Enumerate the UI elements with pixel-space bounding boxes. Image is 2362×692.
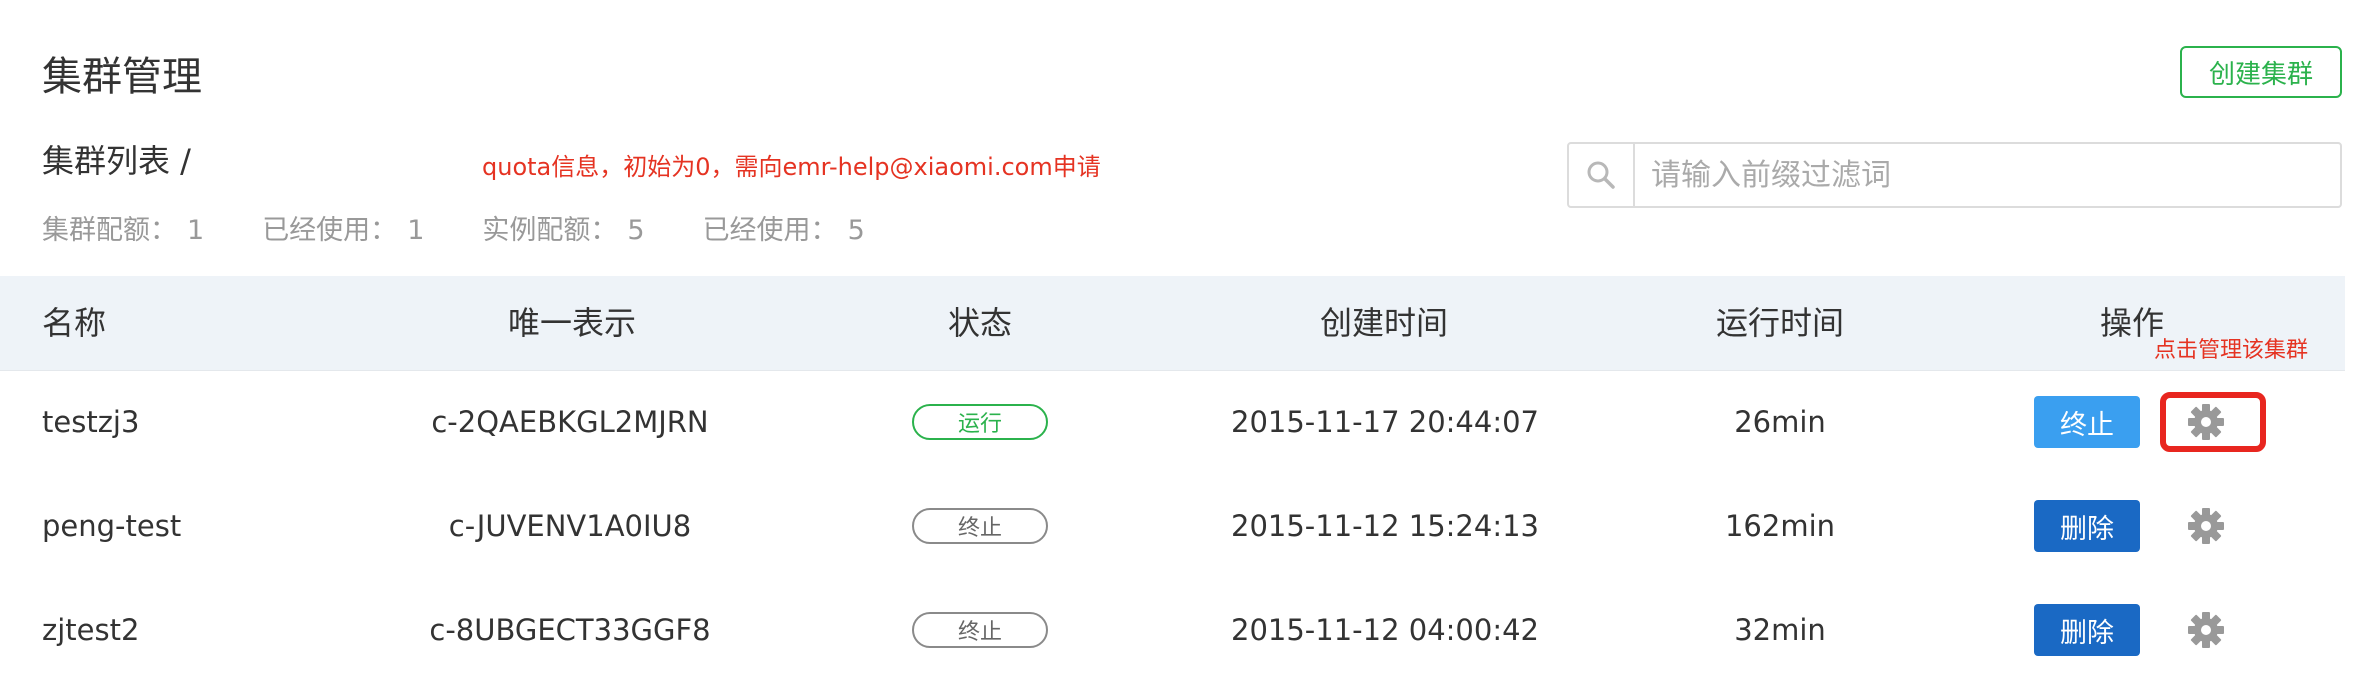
cluster-used: 已经使用： 1 — [262, 208, 424, 247]
table-row: peng-test c-JUVENV1A0IU8 终止 2015-11-12 1… — [0, 474, 2345, 578]
table-row: testzj3 c-2QAEBKGL2MJRN 运行 2015-11-17 20… — [0, 370, 2345, 474]
table-header: 名称 唯一表示 状态 创建时间 运行时间 操作 — [0, 276, 2345, 371]
instance-quota: 实例配额： 5 — [482, 208, 644, 247]
status-badge: 终止 — [912, 508, 1048, 544]
actions-cell: 删除 — [2034, 578, 2140, 682]
delete-button[interactable]: 删除 — [2034, 604, 2140, 656]
quota-stats: 集群配额： 1 已经使用： 1 实例配额： 5 已经使用： 5 — [42, 208, 923, 247]
status-cell: 终止 — [880, 578, 1080, 682]
actions-cell: 删除 — [2034, 474, 2140, 578]
manage-annotation-note: 点击管理该集群 — [2154, 338, 2309, 363]
created-time: 2015-11-12 15:24:13 — [1231, 509, 1539, 543]
created-time: 2015-11-12 04:00:42 — [1231, 613, 1539, 647]
status-badge: 终止 — [912, 612, 1048, 648]
cluster-id: c-8UBGECT33GGF8 — [429, 613, 711, 647]
created-time: 2015-11-17 20:44:07 — [1231, 405, 1539, 439]
column-header-id: 唯一表示 — [508, 304, 637, 342]
run-time: 162min — [1724, 509, 1836, 543]
cluster-id: c-JUVENV1A0IU8 — [448, 509, 692, 543]
create-cluster-button[interactable]: 创建集群 — [2180, 46, 2342, 98]
cluster-id: c-2QAEBKGL2MJRN — [431, 405, 709, 439]
column-header-created: 创建时间 — [1320, 304, 1449, 342]
table-row: zjtest2 c-8UBGECT33GGF8 终止 2015-11-12 04… — [0, 578, 2345, 682]
stop-button[interactable]: 终止 — [2034, 396, 2140, 448]
status-badge: 运行 — [912, 404, 1048, 440]
quota-label: 已经使用： — [262, 215, 398, 246]
quota-label: 已经使用： — [702, 215, 838, 246]
quota-value: 5 — [627, 215, 645, 246]
gear-icon[interactable] — [2186, 610, 2226, 650]
quota-annotation-note: quota信息，初始为0，需向emr-help@xiaomi.com申请 — [482, 153, 1101, 181]
actions-cell: 终止 — [2034, 370, 2140, 474]
quota-label: 实例配额： — [482, 215, 618, 246]
gear-icon[interactable] — [2186, 506, 2226, 546]
column-header-status: 状态 — [948, 304, 1013, 342]
instance-used: 已经使用： 5 — [703, 208, 865, 247]
quota-value: 1 — [407, 215, 425, 246]
column-header-runtime: 运行时间 — [1716, 304, 1845, 342]
cluster-name[interactable]: zjtest2 — [42, 578, 139, 682]
cluster-name[interactable]: peng-test — [42, 474, 181, 578]
status-cell: 终止 — [880, 474, 1080, 578]
status-cell: 运行 — [880, 370, 1080, 474]
cluster-list-title: 集群列表 / — [42, 142, 191, 180]
delete-button[interactable]: 删除 — [2034, 500, 2140, 552]
highlight-box — [2160, 392, 2266, 452]
search-icon[interactable] — [1569, 144, 1635, 206]
run-time: 26min — [1734, 405, 1826, 439]
search-input[interactable] — [1635, 144, 2340, 206]
quota-label: 集群配额： — [42, 215, 177, 246]
column-header-name: 名称 — [42, 304, 107, 342]
quota-value: 1 — [187, 215, 205, 246]
page-title: 集群管理 — [42, 54, 202, 100]
search-box — [1567, 142, 2342, 208]
quota-value: 5 — [847, 215, 865, 246]
cluster-name[interactable]: testzj3 — [42, 370, 139, 474]
cluster-quota: 集群配额： 1 — [42, 208, 204, 247]
run-time: 32min — [1734, 613, 1826, 647]
